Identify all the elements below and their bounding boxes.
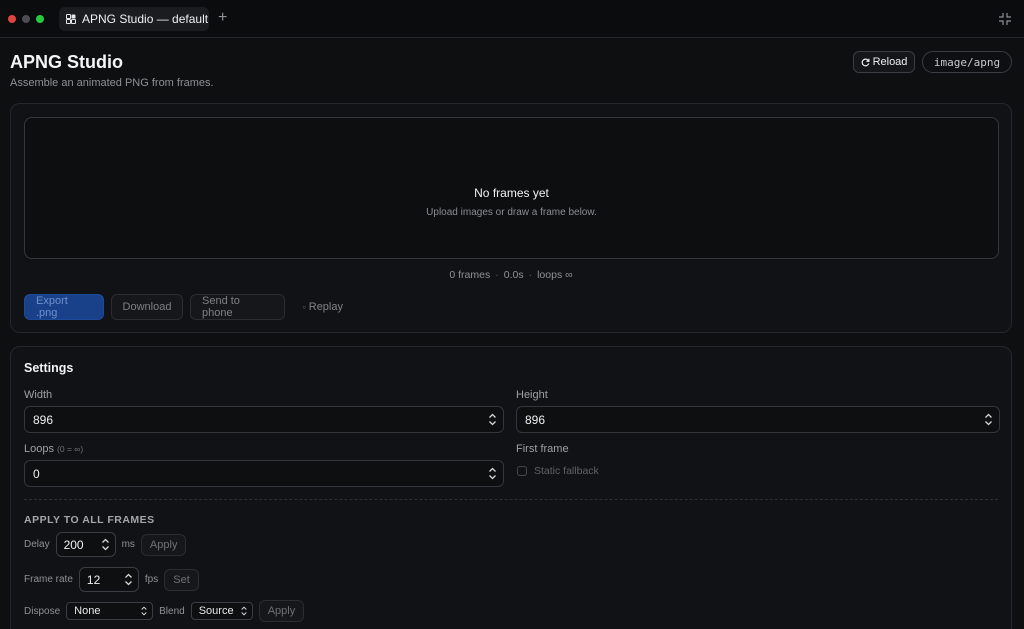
- loops-value: 0: [33, 466, 40, 481]
- replay-button[interactable]: Replay: [292, 294, 354, 320]
- loops-label-text: Loops: [24, 443, 54, 455]
- static-fallback-label: Static fallback: [534, 465, 599, 477]
- frame-rate-input[interactable]: 12: [78, 567, 139, 592]
- export-png-button[interactable]: Export .png: [24, 294, 104, 320]
- fullscreen-icon[interactable]: [998, 12, 1012, 26]
- frame-rate-value: 12: [86, 572, 101, 587]
- duration: 0.0s: [503, 269, 524, 281]
- dispose-select[interactable]: None: [66, 602, 154, 620]
- minimize-window-button[interactable]: [22, 15, 30, 23]
- frame-preview-area[interactable]: No frames yet Upload images or draw a fr…: [24, 117, 999, 259]
- frame-rate-unit: fps: [144, 574, 159, 585]
- close-window-button[interactable]: [8, 15, 16, 23]
- separator-dot: ·: [495, 269, 499, 281]
- delay-label: Delay: [24, 539, 50, 550]
- tab-apng-studio[interactable]: APNG Studio — default: [59, 7, 209, 31]
- stepper-icon[interactable]: [124, 573, 133, 586]
- delay-value: 200: [63, 537, 84, 552]
- delay-row: Delay 200 ms Apply: [24, 532, 187, 557]
- stepper-icon[interactable]: [984, 413, 993, 426]
- mime-type-badge: image/apng: [922, 51, 1012, 73]
- width-value: 896: [33, 412, 54, 427]
- width-label: Width: [24, 389, 53, 401]
- reload-label: Reload: [872, 56, 908, 68]
- replay-label: Replay: [308, 301, 343, 313]
- delay-input[interactable]: 200: [55, 532, 116, 557]
- export-actions: Export .png Download Send to phone Repla…: [24, 294, 354, 320]
- window-controls: [8, 15, 44, 23]
- static-fallback-checkbox[interactable]: [517, 466, 527, 476]
- reload-button[interactable]: Reload: [853, 51, 915, 73]
- empty-state-title: No frames yet: [474, 186, 549, 200]
- loops-hint: (0 = ∞): [57, 444, 84, 454]
- replay-icon: [303, 305, 306, 309]
- page-subtitle: Assemble an animated PNG from frames.: [10, 77, 214, 89]
- frame-rate-row: Frame rate 12 fps Set: [24, 567, 199, 592]
- window-titlebar: APNG Studio — default +: [0, 0, 1024, 38]
- stepper-icon[interactable]: [488, 413, 497, 426]
- stepper-icon[interactable]: [488, 467, 497, 480]
- loops-label: Loops (0 = ∞): [24, 443, 83, 455]
- stepper-icon[interactable]: [101, 538, 110, 551]
- frame-count: 0 frames: [449, 269, 491, 281]
- frame-rate-label: Frame rate: [24, 574, 73, 585]
- empty-state-hint: Upload images or draw a frame below.: [426, 207, 597, 218]
- blend-label: Blend: [159, 605, 185, 617]
- page-title: APNG Studio: [10, 52, 123, 72]
- dispose-value: None: [74, 605, 101, 617]
- animation-stats: 0 frames · 0.0s · loops ∞: [11, 269, 1011, 281]
- download-button[interactable]: Download: [111, 294, 183, 320]
- apply-dispose-blend-button[interactable]: Apply: [258, 600, 305, 622]
- separator-dot: ·: [528, 269, 533, 281]
- height-value: 896: [525, 412, 546, 427]
- apply-delay-button[interactable]: Apply: [140, 533, 187, 556]
- blend-value: Source: [198, 605, 234, 617]
- settings-title: Settings: [24, 361, 74, 375]
- loop-count: loops ∞: [537, 269, 573, 281]
- select-chevron-icon: [141, 606, 147, 616]
- tab-title: APNG Studio — default: [82, 12, 209, 26]
- settings-panel: Settings Width 896 Height 896 Loops (0 =…: [10, 346, 1012, 629]
- set-frame-rate-button[interactable]: Set: [164, 568, 199, 591]
- apply-all-title: APPLY TO ALL FRAMES: [24, 514, 155, 526]
- loops-input[interactable]: 0: [24, 460, 504, 487]
- first-frame-label: First frame: [516, 443, 569, 455]
- send-to-phone-button[interactable]: Send to phone: [190, 294, 285, 320]
- blend-select[interactable]: Source: [190, 602, 253, 620]
- dispose-blend-row: Dispose None Blend Source Apply: [24, 600, 305, 622]
- select-chevron-icon: [241, 606, 247, 616]
- dispose-label: Dispose: [24, 605, 61, 617]
- height-label: Height: [516, 389, 548, 401]
- width-input[interactable]: 896: [24, 406, 504, 433]
- app-grid-icon: [66, 14, 76, 24]
- reload-icon: [861, 58, 870, 66]
- static-fallback-option[interactable]: Static fallback: [517, 465, 599, 477]
- preview-panel: No frames yet Upload images or draw a fr…: [10, 103, 1012, 333]
- height-input[interactable]: 896: [516, 406, 1000, 433]
- delay-unit: ms: [121, 539, 135, 550]
- section-divider: [24, 499, 998, 500]
- maximize-window-button[interactable]: [36, 15, 44, 23]
- new-tab-button[interactable]: +: [218, 10, 227, 26]
